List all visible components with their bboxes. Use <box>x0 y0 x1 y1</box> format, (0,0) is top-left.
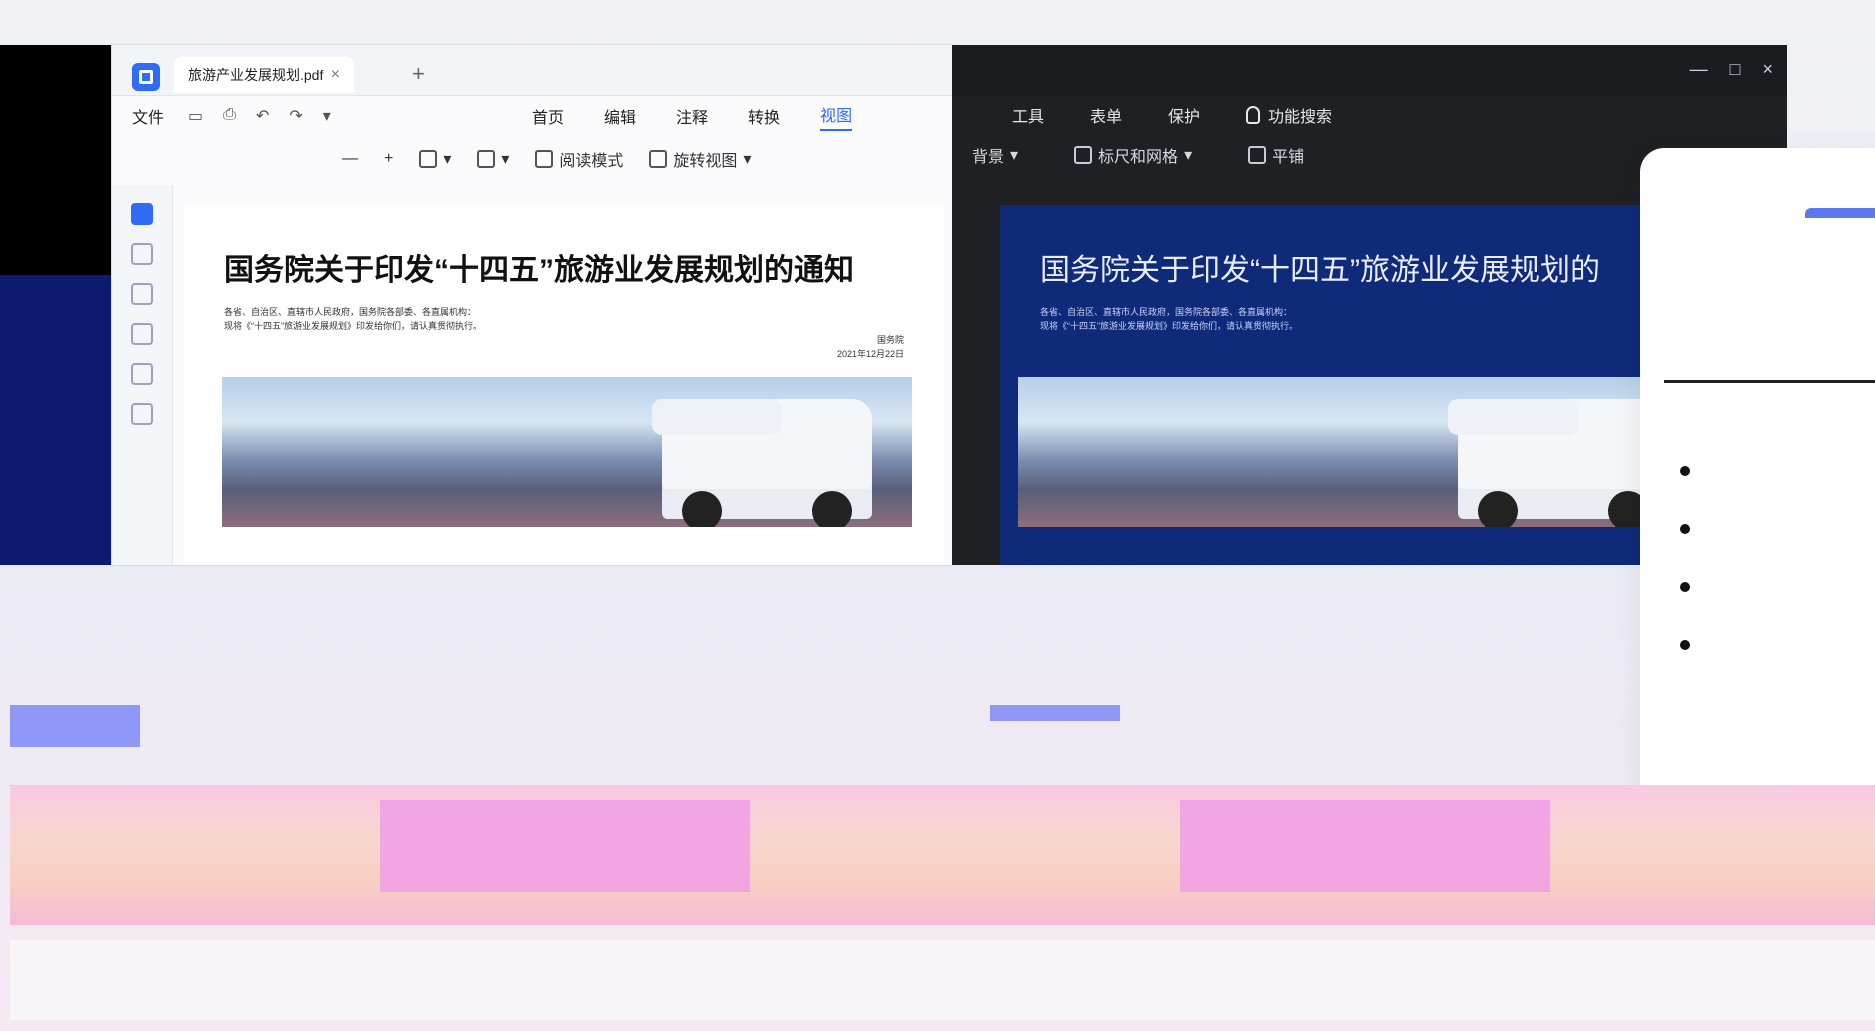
tab-bar: 旅游产业发展规划.pdf × + <box>112 45 952 96</box>
popup-list <box>1680 466 1690 698</box>
more-dropdown-icon[interactable]: ▾ <box>323 106 331 126</box>
bullet-icon <box>1680 582 1690 592</box>
comment-icon[interactable] <box>131 283 153 305</box>
rv-photo <box>222 377 912 527</box>
page-layout-icon <box>419 150 438 168</box>
background-artifact <box>0 45 112 565</box>
rv-image <box>652 399 872 527</box>
document-tab[interactable]: 旅游产业发展规划.pdf × <box>174 57 354 93</box>
document-title-dark: 国务院关于印发“十四五”旅游业发展规划的 <box>1040 254 1600 287</box>
close-tab-icon[interactable]: × <box>331 66 340 84</box>
file-menu[interactable]: 文件 <box>132 104 164 128</box>
tile-icon <box>1248 146 1267 164</box>
tab-convert[interactable]: 转换 <box>748 104 780 128</box>
maximize-button[interactable]: □ <box>1730 59 1741 80</box>
rotate-view-dropdown[interactable]: 旋转视图 ▾ <box>649 147 751 171</box>
tab-title: 旅游产业发展规划.pdf <box>188 67 324 83</box>
dark-view-toolbar: 背景 ▾ 标尺和网格 ▾ 平铺 <box>972 143 1330 167</box>
read-mode-button[interactable]: 阅读模式 <box>535 147 623 171</box>
popup-card <box>1640 148 1875 858</box>
document-body: 各省、自治区、直辖市人民政府，国务院各部委、各直属机构： 现将《“十四五”旅游业… <box>224 305 482 333</box>
feature-search-label: 功能搜索 <box>1268 109 1333 126</box>
minimize-button[interactable]: — <box>1690 59 1708 80</box>
tab-home[interactable]: 首页 <box>532 104 564 128</box>
search-icon[interactable] <box>131 363 153 385</box>
book-icon <box>535 150 554 168</box>
tab-protect[interactable]: 保护 <box>1168 103 1200 127</box>
document-title: 国务院关于印发“十四五”旅游业发展规划的通知 <box>224 254 854 287</box>
view-toolbar: — + ▾ ▾ 阅读模式 旋转视图 ▾ <box>112 139 952 179</box>
decorative-band <box>10 940 1875 1020</box>
document-line: 各省、自治区、直辖市人民政府，国务院各部委、各直属机构： <box>1040 307 1293 317</box>
window-controls: — □ × <box>1690 59 1773 80</box>
rv-image <box>1448 399 1668 527</box>
decorative-bar <box>10 705 140 747</box>
bullet-icon <box>1680 466 1690 476</box>
ruler-grid-dropdown[interactable]: 标尺和网格 ▾ <box>1074 143 1192 167</box>
decorative-block <box>1180 800 1550 892</box>
app-logo-icon <box>132 63 160 91</box>
read-mode-label: 阅读模式 <box>559 153 624 170</box>
document-page: 国务院关于印发“十四五”旅游业发展规划的通知 各省、自治区、直辖市人民政府，国务… <box>184 205 944 565</box>
feature-search[interactable]: 功能搜索 <box>1246 103 1332 127</box>
document-body-dark: 各省、自治区、直辖市人民政府，国务院各部委、各直属机构： 现将《“十四五”旅游业… <box>1040 305 1298 333</box>
bookmark-icon[interactable] <box>131 243 153 265</box>
ruler-icon <box>1074 146 1093 164</box>
layers-icon[interactable] <box>131 403 153 425</box>
document-line: 各省、自治区、直辖市人民政府，国务院各部委、各直属机构： <box>224 307 477 317</box>
popup-accent <box>1805 208 1875 218</box>
dark-title-bar: — □ × <box>952 45 1787 95</box>
tab-tools[interactable]: 工具 <box>1012 103 1044 127</box>
background-label: 背景 <box>972 149 1005 166</box>
dark-ribbon-tabs: 工具 表单 保护 功能搜索 <box>1012 103 1332 127</box>
lightbulb-icon <box>1246 106 1261 124</box>
bullet-icon <box>1680 524 1690 534</box>
tab-forms[interactable]: 表单 <box>1090 103 1122 127</box>
print-icon[interactable]: ⎙ <box>223 106 236 126</box>
rotate-view-label: 旋转视图 <box>673 153 738 170</box>
close-button[interactable]: × <box>1762 59 1773 80</box>
tab-edit[interactable]: 编辑 <box>604 104 636 128</box>
undo-icon[interactable]: ↶ <box>256 106 269 126</box>
menu-row: 文件 ▭ ⎙ ↶ ↷ ▾ 首页 编辑 注释 转换 视图 <box>112 97 952 135</box>
decorative-band <box>10 785 1875 925</box>
tile-button[interactable]: 平铺 <box>1248 143 1304 167</box>
left-sidebar <box>112 185 173 565</box>
signature-date: 2021年12月22日 <box>836 349 904 359</box>
page-fit-icon <box>477 150 496 168</box>
document-line: 现将《“十四五”旅游业发展规划》印发给你们，请认真贯彻执行。 <box>1040 321 1298 331</box>
zoom-in-button[interactable]: + <box>384 150 393 168</box>
thumbnails-icon[interactable] <box>131 203 153 225</box>
document-signature: 国务院 2021年12月22日 <box>837 333 904 361</box>
rv-photo-dark <box>1018 377 1708 527</box>
attachment-icon[interactable] <box>131 323 153 345</box>
new-tab-button[interactable]: + <box>412 61 425 87</box>
signature-org: 国务院 <box>876 335 904 345</box>
redo-icon[interactable]: ↷ <box>289 106 302 126</box>
tab-view[interactable]: 视图 <box>820 102 853 131</box>
ribbon-tabs: 首页 编辑 注释 转换 视图 <box>532 97 853 135</box>
rotate-icon <box>649 150 668 168</box>
document-line: 现将《“十四五”旅游业发展规划》印发给你们，请认真贯彻执行。 <box>224 321 482 331</box>
popup-divider <box>1664 380 1875 383</box>
save-icon[interactable]: ▭ <box>188 106 203 126</box>
decorative-block <box>380 800 750 892</box>
page-layout-dropdown[interactable]: ▾ <box>419 149 451 169</box>
page-fit-dropdown[interactable]: ▾ <box>477 149 509 169</box>
quick-access-toolbar: ▭ ⎙ ↶ ↷ ▾ <box>188 106 331 126</box>
zoom-out-button[interactable]: — <box>342 150 358 168</box>
decorative-bar <box>990 705 1120 721</box>
tile-label: 平铺 <box>1272 149 1305 166</box>
pdf-window-light: 旅游产业发展规划.pdf × + 文件 ▭ ⎙ ↶ ↷ ▾ 首页 编辑 注释 转… <box>112 45 952 565</box>
bullet-icon <box>1680 640 1690 650</box>
background-dropdown[interactable]: 背景 ▾ <box>972 143 1018 167</box>
ruler-grid-label: 标尺和网格 <box>1098 149 1179 166</box>
tab-annotate[interactable]: 注释 <box>676 104 708 128</box>
